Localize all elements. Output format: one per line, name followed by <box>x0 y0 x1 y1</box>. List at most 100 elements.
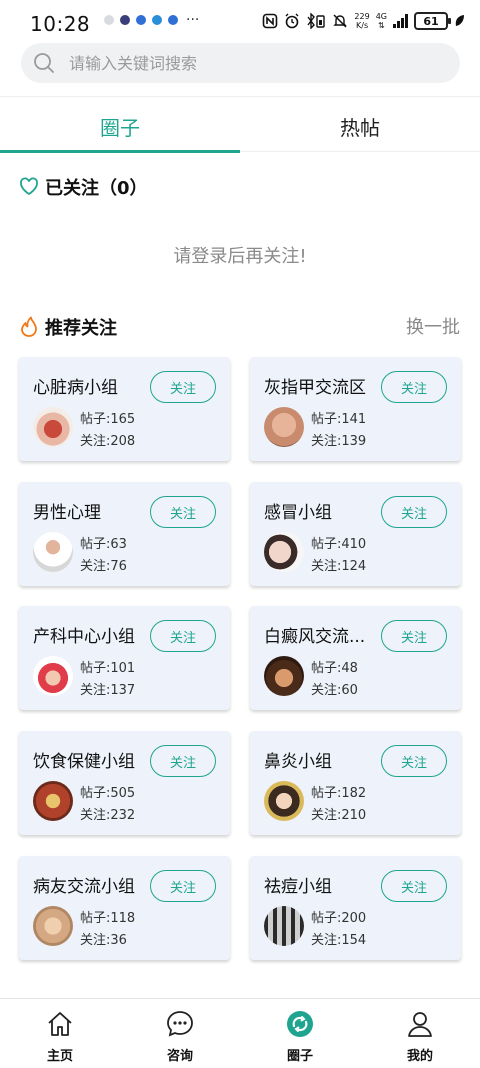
notification-dot-icon <box>120 15 130 25</box>
face-avatar <box>264 906 304 946</box>
group-name: 祛痘小组 <box>264 877 332 897</box>
group-card[interactable]: 病友交流小组 关注 帖子:118 关注:36 <box>19 856 230 960</box>
leaf-icon <box>454 14 466 28</box>
search-icon <box>34 53 54 73</box>
nav-consult[interactable]: 咨询 <box>120 999 240 1068</box>
post-count: 帖子:410 <box>311 537 367 552</box>
follow-button[interactable]: 关注 <box>150 620 216 652</box>
group-card[interactable]: 祛痘小组 关注 帖子:200 关注:154 <box>250 856 461 960</box>
notification-icons: ··· <box>104 13 199 27</box>
group-card[interactable]: 鼻炎小组 关注 帖子:182 关注:210 <box>250 731 461 835</box>
follow-button[interactable]: 关注 <box>381 371 447 403</box>
follow-button[interactable]: 关注 <box>150 745 216 777</box>
group-name: 饮食保健小组 <box>33 752 135 772</box>
follow-count: 关注:36 <box>80 933 127 948</box>
nav-label: 咨询 <box>166 1049 193 1064</box>
login-hint[interactable]: 请登录后再关注! <box>0 242 480 268</box>
flame-icon <box>21 316 37 337</box>
status-right: 229 K/s 4G ⇅ 61 <box>262 12 466 30</box>
group-card[interactable]: 白癜风交流... 关注 帖子:48 关注:60 <box>250 606 461 710</box>
notification-dot-icon <box>104 15 114 25</box>
signal-icon <box>393 14 408 28</box>
follow-count: 关注:139 <box>311 434 367 449</box>
sneezing-woman-avatar <box>264 532 304 572</box>
group-card[interactable]: 感冒小组 关注 帖子:410 关注:124 <box>250 482 461 586</box>
post-count: 帖子:101 <box>80 661 136 676</box>
refresh-button[interactable]: 换一批 <box>406 313 460 339</box>
group-card[interactable]: 产科中心小组 关注 帖子:101 关注:137 <box>19 606 230 710</box>
followed-header: 已关注（0） <box>19 174 148 200</box>
mute-icon <box>332 13 348 29</box>
follow-button[interactable]: 关注 <box>381 745 447 777</box>
battery-icon: 61 <box>414 12 451 30</box>
recommend-header: 推荐关注 <box>19 314 117 340</box>
post-count: 帖子:63 <box>80 537 127 552</box>
follow-button[interactable]: 关注 <box>381 496 447 528</box>
follow-count: 关注:208 <box>80 434 136 449</box>
group-name: 感冒小组 <box>264 503 332 523</box>
man-avatar <box>33 532 73 572</box>
group-card[interactable]: 灰指甲交流区 关注 帖子:141 关注:139 <box>250 357 461 461</box>
follow-count: 关注:124 <box>311 559 367 574</box>
tab-hot-posts[interactable]: 热帖 <box>240 100 480 152</box>
post-count: 帖子:118 <box>80 911 136 926</box>
follow-button[interactable]: 关注 <box>150 870 216 902</box>
bluetooth-battery-icon <box>306 13 326 29</box>
follow-button[interactable]: 关注 <box>150 496 216 528</box>
network-speed: 229 K/s <box>354 12 370 30</box>
nav-label: 主页 <box>46 1049 73 1064</box>
nav-home[interactable]: 主页 <box>0 999 120 1068</box>
chat-icon <box>167 1011 193 1037</box>
group-name: 产科中心小组 <box>33 627 135 647</box>
bottom-nav: 主页 咨询 圈子 我的 <box>0 998 480 1068</box>
post-count: 帖子:182 <box>311 786 367 801</box>
post-count: 帖子:165 <box>80 412 136 427</box>
heart-outline-icon <box>20 177 38 196</box>
nav-profile[interactable]: 我的 <box>360 999 480 1068</box>
group-card[interactable]: 饮食保健小组 关注 帖子:505 关注:232 <box>19 731 230 835</box>
group-name: 白癜风交流... <box>264 627 366 647</box>
home-icon <box>48 1012 72 1036</box>
nfc-icon <box>262 13 278 29</box>
status-time: 10:28 <box>30 12 91 36</box>
notification-dot-icon <box>136 15 146 25</box>
group-name: 鼻炎小组 <box>264 752 332 772</box>
food-avatar <box>33 781 73 821</box>
post-count: 帖子:505 <box>80 786 136 801</box>
cartoon-child-avatar <box>264 656 304 696</box>
nav-circles[interactable]: 圈子 <box>240 999 360 1068</box>
follow-count: 关注:210 <box>311 808 367 823</box>
search-input[interactable] <box>69 53 429 73</box>
group-card[interactable]: 男性心理 关注 帖子:63 关注:76 <box>19 482 230 586</box>
search-bar[interactable] <box>21 43 460 83</box>
tab-circles[interactable]: 圈子 <box>0 100 240 153</box>
heart-anatomy-avatar <box>33 407 73 447</box>
status-bar: 10:28 ··· 229 K/s 4G ⇅ 61 <box>0 0 480 44</box>
post-count: 帖子:200 <box>311 911 367 926</box>
post-count: 帖子:141 <box>311 412 367 427</box>
follow-button[interactable]: 关注 <box>150 371 216 403</box>
follow-count: 关注:76 <box>80 559 127 574</box>
follow-button[interactable]: 关注 <box>381 620 447 652</box>
follow-count: 关注:232 <box>80 808 136 823</box>
group-name: 心脏病小组 <box>33 378 118 398</box>
group-name: 男性心理 <box>33 503 101 523</box>
followed-title: 已关注（0） <box>45 178 148 199</box>
recommend-title: 推荐关注 <box>45 318 117 339</box>
baby-avatar <box>33 656 73 696</box>
people-avatar <box>33 906 73 946</box>
follow-button[interactable]: 关注 <box>381 870 447 902</box>
group-card[interactable]: 心脏病小组 关注 帖子:165 关注:208 <box>19 357 230 461</box>
notification-dot-icon <box>152 15 162 25</box>
tab-bar: 圈子 热帖 <box>0 100 480 153</box>
network-type: 4G ⇅ <box>375 12 387 30</box>
nav-label: 圈子 <box>286 1049 313 1064</box>
divider <box>0 96 480 97</box>
user-icon <box>408 1012 432 1037</box>
foot-avatar <box>264 407 304 447</box>
group-name: 灰指甲交流区 <box>264 378 366 398</box>
post-count: 帖子:48 <box>311 661 358 676</box>
group-name: 病友交流小组 <box>33 877 135 897</box>
circle-logo-icon <box>287 1011 313 1037</box>
follow-count: 关注:154 <box>311 933 367 948</box>
